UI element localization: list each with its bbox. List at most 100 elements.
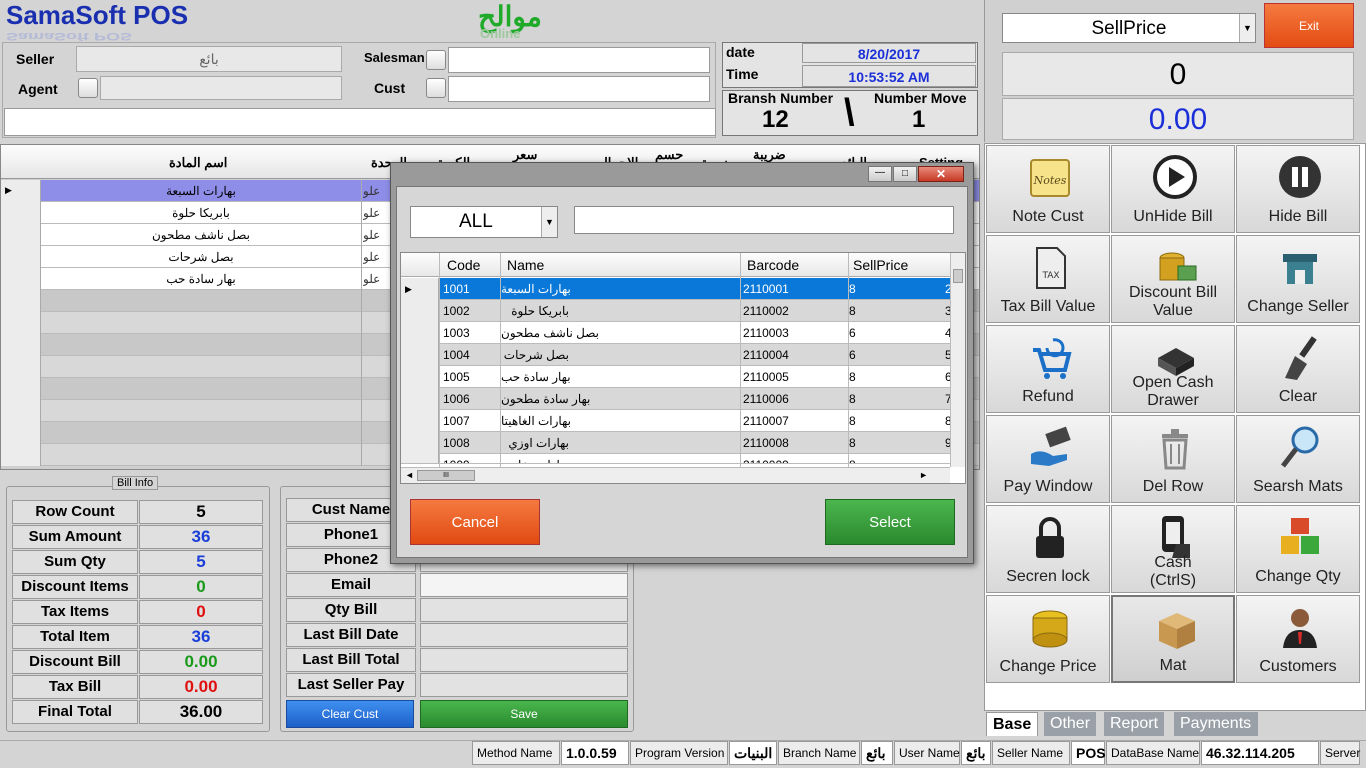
row-selector[interactable] [401, 388, 439, 410]
cust-info-field[interactable] [420, 673, 628, 697]
result-sellprice: 8 [849, 436, 856, 450]
row-selector[interactable]: ▶ [1, 180, 41, 202]
tile-label-line: Customers [1259, 658, 1337, 675]
result-row[interactable]: 1003 بصل ناشف مطحون 2110003 6 4 [401, 322, 951, 344]
cust-info-field[interactable] [420, 648, 628, 672]
result-row[interactable]: 1004 بصل شرحات 2110004 6 5 [401, 344, 951, 366]
tile-cash-drawer-button[interactable]: Open Cash Drawer [1111, 325, 1235, 413]
search-input[interactable] [574, 206, 954, 234]
tile-play-button[interactable]: UnHide Bill [1111, 145, 1235, 233]
tile-lock-button[interactable]: Secren lock [986, 505, 1110, 593]
scroll-left-icon[interactable]: ◄ [405, 470, 414, 480]
row-selector[interactable] [1, 422, 41, 444]
tile-cart-refund-button[interactable]: Refund [986, 325, 1110, 413]
save-button[interactable]: Save [420, 700, 628, 728]
status-label: User Name [894, 741, 960, 765]
row-selector[interactable] [401, 322, 439, 344]
result-row[interactable]: 1005 بهار سادة حب 2110005 8 6 [401, 366, 951, 388]
hscroll-thumb[interactable]: III [417, 470, 475, 481]
scroll-right-icon[interactable]: ► [919, 470, 928, 480]
tile-trash-button[interactable]: Del Row [1111, 415, 1235, 503]
tile-coins-button[interactable]: Discount Bill Value [1111, 235, 1235, 323]
close-icon[interactable]: ✕ [918, 166, 964, 182]
exit-button[interactable]: Exit [1264, 3, 1354, 48]
tile-notes-button[interactable]: Notes Note Cust [986, 145, 1110, 233]
cust-checkbox[interactable] [426, 78, 446, 98]
tile-label: Del Row [1112, 478, 1234, 496]
cancel-button[interactable]: Cancel [410, 499, 540, 545]
tile-pause-button[interactable]: Hide Bill [1236, 145, 1360, 233]
status-label: Server [1320, 741, 1360, 765]
user-icon [1277, 604, 1323, 650]
row-selector[interactable] [401, 432, 439, 454]
row-selector[interactable] [1, 400, 41, 422]
row-selector[interactable] [1, 224, 41, 246]
results-hscrollbar[interactable]: ◄ III ► [401, 467, 950, 483]
bill-stat-value: 36 [139, 625, 263, 649]
agent-field[interactable] [100, 76, 342, 100]
row-selector[interactable] [401, 454, 439, 463]
tile-label-line: Secren lock [1006, 568, 1090, 585]
svg-text:TAX: TAX [1041, 271, 1059, 281]
tile-user-button[interactable]: Customers [1236, 595, 1360, 683]
row-selector[interactable] [1, 246, 41, 268]
tile-box-button[interactable]: Mat [1111, 595, 1235, 683]
row-selector[interactable] [1, 268, 41, 290]
tile-hand-money-button[interactable]: Pay Window [986, 415, 1110, 503]
result-row[interactable]: ▶ 1001 بهارات السبعة 2110001 8 2 [401, 278, 951, 300]
price-mode-select[interactable]: SellPrice ▼ [1002, 13, 1256, 43]
row-selector[interactable] [401, 366, 439, 388]
result-row[interactable]: 1007 بهارات الغاهيتا 2110007 8 8 [401, 410, 951, 432]
grid-header-discount: حسم [655, 147, 684, 162]
result-row[interactable]: 1009بهارات بخاري21100098 [401, 454, 950, 464]
results-vscrollbar[interactable] [950, 253, 965, 467]
results-header-sellprice: SellPrice [853, 257, 909, 273]
cust-info-field[interactable] [420, 573, 628, 597]
salesman-checkbox[interactable] [426, 50, 446, 70]
row-selector[interactable] [1, 378, 41, 400]
cust-info-field[interactable] [420, 623, 628, 647]
result-row[interactable]: 1006 بهار سادة مطحون 2110006 8 7 [401, 388, 951, 410]
scroll-thumb[interactable] [953, 269, 963, 283]
column-divider [361, 312, 362, 334]
tile-tax-file-button[interactable]: TAX Tax Bill Value [986, 235, 1110, 323]
row-selector[interactable] [1, 334, 41, 356]
tile-label-line: Change Price [999, 658, 1097, 675]
category-filter-select[interactable]: ALL ▼ [410, 206, 558, 238]
minimize-icon[interactable]: — [868, 166, 892, 182]
result-row[interactable]: 1002 بابريكا حلوة 2110002 8 3 [401, 300, 951, 322]
cust-field[interactable] [448, 76, 710, 102]
row-selector[interactable] [401, 344, 439, 366]
result-row[interactable]: 1008 بهارات اوزي 2110008 8 9 [401, 432, 951, 454]
tile-shop-button[interactable]: Change Seller [1236, 235, 1360, 323]
row-selector[interactable] [1, 202, 41, 224]
seller-field[interactable]: بائع [76, 46, 342, 72]
row-selector[interactable] [1, 312, 41, 334]
tab-other[interactable]: Other [1044, 712, 1097, 736]
bill-stat-label: Row Count [12, 500, 138, 524]
row-selector[interactable] [401, 410, 439, 432]
cust-info-field[interactable] [420, 598, 628, 622]
row-selector[interactable] [401, 300, 439, 322]
agent-checkbox[interactable] [78, 78, 98, 98]
row-selector[interactable] [1, 356, 41, 378]
tile-magnifier-button[interactable]: Searsh Mats [1236, 415, 1360, 503]
row-selector[interactable] [1, 444, 41, 466]
tile-cubes-button[interactable]: Change Qty [1236, 505, 1360, 593]
tile-gold-coins-button[interactable]: Change Price [986, 595, 1110, 683]
tile-broom-button[interactable]: Clear [1236, 325, 1360, 413]
tile-phone-cash-button[interactable]: Cash (CtrlS) [1111, 505, 1235, 593]
tab-report[interactable]: Report [1104, 712, 1165, 736]
tab-payments[interactable]: Payments [1174, 712, 1258, 736]
salesman-field[interactable] [448, 47, 710, 73]
tab-base[interactable]: Base [986, 712, 1039, 736]
maximize-icon[interactable]: □ [893, 166, 917, 182]
notes-field[interactable] [4, 108, 716, 136]
row-selector[interactable] [1, 290, 41, 312]
clear-cust-button[interactable]: Clear Cust [286, 700, 414, 728]
column-divider [361, 400, 362, 422]
select-button[interactable]: Select [825, 499, 955, 545]
row-selector[interactable]: ▶ [401, 278, 439, 300]
bill-stat-value: 0.00 [139, 650, 263, 674]
date-label: date [726, 44, 755, 60]
